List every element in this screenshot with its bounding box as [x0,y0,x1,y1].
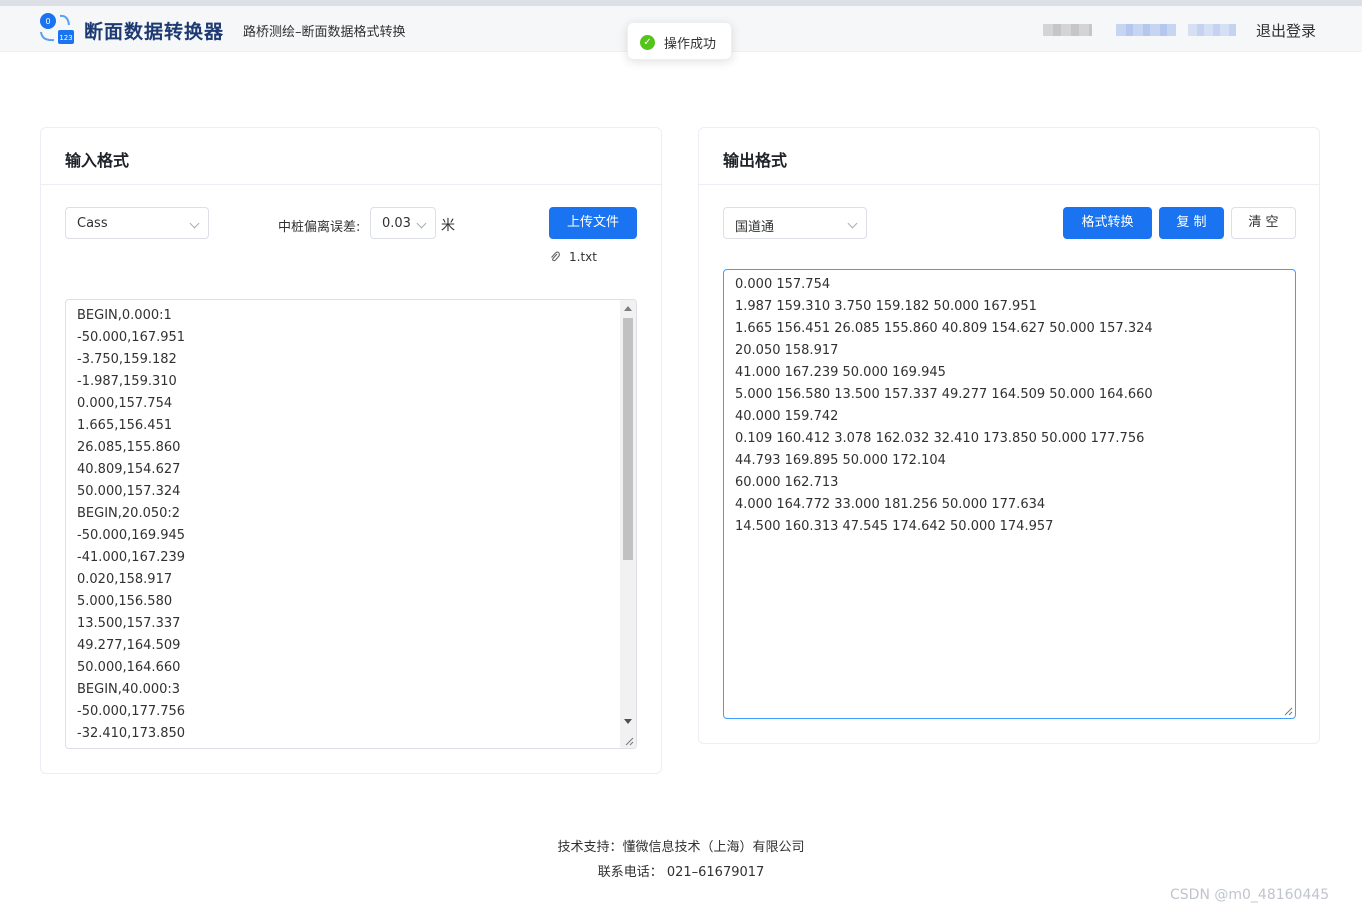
input-textarea[interactable]: BEGIN,0.000:1 -50.000,167.951 -3.750,159… [65,299,637,749]
input-line: 5.000,156.580 [77,594,173,609]
input-line: -3.750,159.182 [77,352,177,367]
offset-select[interactable]: 0.03 [370,207,436,239]
uploaded-file-item[interactable]: 1.txt [550,250,597,264]
csdn-watermark: CSDN @m0_48160445 [1170,887,1330,903]
output-line: 0.000 157.754 [735,277,831,292]
input-scrollbar[interactable] [620,300,636,748]
input-card: 输入格式 Cass 中桩偏离误差: 0.03 米 上传文件 1.txt BEGI… [40,127,662,774]
offset-unit: 米 [441,218,455,234]
uploaded-file-name: 1.txt [569,250,597,264]
app-logo-icon: 0 123 [40,13,74,44]
footer-support: 技术支持：懂微信息技术（上海）有限公司 [557,840,805,855]
resize-handle-icon[interactable] [625,737,634,746]
input-card-header: 输入格式 [41,128,661,185]
scroll-down-arrow-icon[interactable] [624,719,632,724]
input-line: -50.000,167.951 [77,330,186,345]
app-subtitle: 路桥测绘–断面数据格式转换 [243,25,406,40]
input-card-title: 输入格式 [65,151,130,170]
input-line: -32.410,173.850 [77,726,186,741]
logout-link[interactable]: 退出登录 [1256,20,1316,41]
input-line: 0.000,157.754 [77,396,173,411]
chevron-down-icon [189,218,200,229]
scroll-up-arrow-icon[interactable] [624,306,632,311]
app-title: 断面数据转换器 [84,21,225,43]
input-line: 1.665,156.451 [77,418,173,433]
input-line: -50.000,169.945 [77,528,186,543]
output-line: 44.793 169.895 50.000 172.104 [735,453,946,468]
output-textarea[interactable]: 0.000 157.754 1.987 159.310 3.750 159.18… [723,269,1296,719]
input-line: 49.277,164.509 [77,638,181,653]
output-line: 1.665 156.451 26.085 155.860 40.809 154.… [735,321,1153,336]
chevron-down-icon [847,218,858,229]
output-line: 0.109 160.412 3.078 162.032 32.410 173.8… [735,431,1145,446]
upload-file-button[interactable]: 上传文件 [549,207,637,239]
blurred-user-info [1188,24,1236,36]
offset-value: 0.03 [382,216,411,231]
input-line: 40.809,154.627 [77,462,181,477]
output-card: 输出格式 国道通 格式转换 复 制 清 空 0.000 157.754 1.98… [698,127,1320,744]
output-card-header: 输出格式 [699,128,1319,185]
output-line: 1.987 159.310 3.750 159.182 50.000 167.9… [735,299,1037,314]
offset-label: 中桩偏离误差: [278,220,361,235]
input-line: -1.987,159.310 [77,374,177,389]
input-line: BEGIN,0.000:1 [77,308,172,323]
scrollbar-thumb[interactable] [623,318,633,560]
toast-message: 操作成功 [664,37,717,52]
check-circle-icon: ✓ [640,35,655,50]
output-format-select[interactable]: 国道通 [723,207,867,239]
input-line: -50.000,177.756 [77,704,186,719]
output-line: 5.000 156.580 13.500 157.337 49.277 164.… [735,387,1153,402]
input-line: BEGIN,20.050:2 [77,506,181,521]
footer-phone: 联系电话： 021–61679017 [597,865,765,880]
output-line: 20.050 158.917 [735,343,839,358]
success-toast: ✓ 操作成功 [627,22,732,60]
input-line: 26.085,155.860 [77,440,181,455]
output-line: 14.500 160.313 47.545 174.642 50.000 174… [735,519,1054,534]
svg-text:0: 0 [45,17,50,26]
output-card-title: 输出格式 [723,151,788,170]
output-line: 4.000 164.772 33.000 181.256 50.000 177.… [735,497,1046,512]
input-line: 0.020,158.917 [77,572,173,587]
input-line: 50.000,157.324 [77,484,181,499]
blurred-user-info [1116,24,1176,36]
output-line: 41.000 167.239 50.000 169.945 [735,365,946,380]
output-format-value: 国道通 [735,220,775,235]
input-line: -41.000,167.239 [77,550,186,565]
input-format-value: Cass [77,216,108,231]
input-line: BEGIN,40.000:3 [77,682,181,697]
output-line: 40.000 159.742 [735,409,839,424]
convert-button[interactable]: 格式转换 [1063,207,1152,239]
input-line: 50.000,164.660 [77,660,181,675]
copy-button[interactable]: 复 制 [1159,207,1224,239]
clear-button[interactable]: 清 空 [1231,207,1296,239]
resize-handle-icon[interactable] [1284,707,1293,716]
svg-text:123: 123 [59,34,72,42]
output-line: 60.000 162.713 [735,475,839,490]
paperclip-icon [551,251,560,262]
blurred-user-info [1043,24,1092,36]
input-format-select[interactable]: Cass [65,207,209,239]
chevron-down-icon [416,218,427,229]
input-line: 13.500,157.337 [77,616,181,631]
